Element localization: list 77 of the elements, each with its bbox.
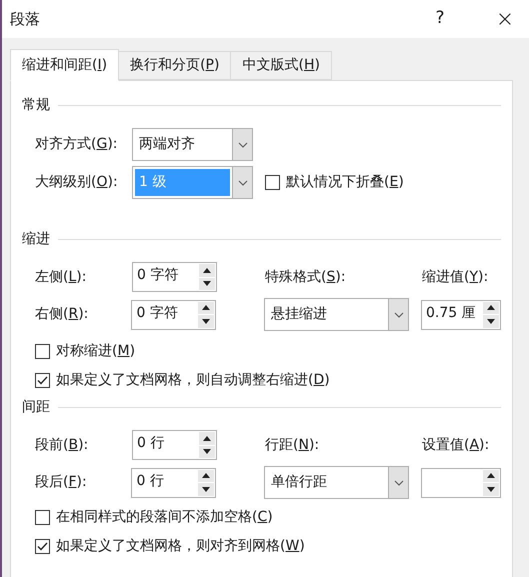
field-label: 特殊格式(S): <box>265 268 346 284</box>
spin-up-button[interactable] <box>199 432 215 444</box>
spin-down-button[interactable] <box>483 483 499 496</box>
spin-value: 0 字符 <box>136 266 180 285</box>
dropdown-value: 两端对齐 <box>138 135 196 154</box>
field-label: 设置值(A): <box>422 436 490 452</box>
section-heading: 常规 <box>22 96 50 115</box>
field-label: 默认情况下折叠(E) <box>286 173 404 192</box>
chevron-down-icon <box>394 480 404 486</box>
spin-up-button[interactable] <box>198 470 214 482</box>
spin-field[interactable]: 0 字符 <box>131 300 216 330</box>
field-label: 在相同样式的段落间不添加空格(C) <box>56 508 273 527</box>
dropdown-value: 单倍行距 <box>270 473 328 492</box>
help-button[interactable]: ? <box>425 6 455 32</box>
field-label: 大纲级别(O): <box>35 173 119 192</box>
field-label: 右侧(R): <box>35 305 90 324</box>
spin-value: 0 字符 <box>135 304 179 322</box>
triangle-down-icon <box>203 281 211 286</box>
tab[interactable]: 缩进和间距(I) <box>10 49 120 81</box>
triangle-up-icon <box>487 305 495 310</box>
dropdown-value: 悬挂缩进 <box>270 305 328 324</box>
checkbox[interactable] <box>35 510 50 525</box>
triangle-down-icon <box>203 449 211 454</box>
field-label: 缩进值(Y): <box>422 268 488 284</box>
triangle-down-icon <box>487 318 495 324</box>
triangle-up-icon <box>202 305 210 310</box>
spin-up-button[interactable] <box>483 302 499 314</box>
spin-field[interactable]: 0 行 <box>131 468 216 498</box>
spin-field[interactable] <box>421 468 501 498</box>
spin-down-button[interactable] <box>199 278 215 290</box>
spin-value: 0 行 <box>135 472 165 490</box>
checkbox[interactable] <box>35 539 50 554</box>
close-button[interactable]: × <box>485 2 525 36</box>
triangle-down-icon <box>202 318 210 324</box>
spin-value: 0.75 厘 <box>425 304 477 322</box>
spin-value: 0 行 <box>136 434 166 453</box>
spin-up-button[interactable] <box>483 470 499 482</box>
dropdown[interactable]: 悬挂缩进 <box>264 298 409 331</box>
chevron-down-icon <box>238 180 248 186</box>
spin-up-button[interactable] <box>198 302 214 314</box>
checkmark-icon <box>37 542 48 551</box>
dropdown[interactable]: 单倍行距 <box>264 466 409 499</box>
triangle-up-icon <box>202 473 210 478</box>
window-title: 段落 <box>10 8 41 30</box>
checkbox[interactable] <box>35 344 50 359</box>
field-label: 左侧(L): <box>35 268 88 286</box>
triangle-down-icon <box>202 486 210 492</box>
triangle-up-icon <box>203 268 211 273</box>
checkmark-icon <box>37 376 48 385</box>
section-heading: 缩进 <box>22 230 50 249</box>
spin-down-button[interactable] <box>483 315 499 328</box>
dropdown-value: 1 级 <box>135 169 230 196</box>
spin-field[interactable]: 0.75 厘 <box>421 300 501 330</box>
spin-down-button[interactable] <box>198 315 214 328</box>
section-heading: 间距 <box>22 398 50 417</box>
spin-down-button[interactable] <box>199 446 215 458</box>
chevron-down-icon <box>238 142 248 148</box>
field-label: 如果定义了文档网格，则自动调整右缩进(D) <box>56 371 330 390</box>
spin-down-button[interactable] <box>198 483 214 496</box>
field-label: 段后(F): <box>35 473 88 492</box>
checkbox[interactable] <box>265 175 280 190</box>
dropdown[interactable]: 两端对齐 <box>132 128 253 161</box>
field-label: 对齐方式(G): <box>35 135 119 154</box>
spin-up-button[interactable] <box>199 264 215 276</box>
triangle-up-icon <box>203 436 211 441</box>
tab[interactable]: 中文版式(H) <box>230 51 332 80</box>
spin-field[interactable]: 0 行 <box>132 430 217 460</box>
field-label: 对称缩进(M) <box>56 342 136 361</box>
triangle-down-icon <box>487 486 495 492</box>
field-label: 段前(B): <box>35 436 90 454</box>
triangle-up-icon <box>487 473 495 478</box>
field-label: 如果定义了文档网格，则对齐到网格(W) <box>56 537 305 556</box>
checkbox[interactable] <box>35 373 50 388</box>
spin-field[interactable]: 0 字符 <box>132 262 217 292</box>
field-label: 行距(N): <box>265 436 320 452</box>
tab[interactable]: 换行和分页(P) <box>118 51 232 80</box>
chevron-down-icon <box>394 312 404 318</box>
